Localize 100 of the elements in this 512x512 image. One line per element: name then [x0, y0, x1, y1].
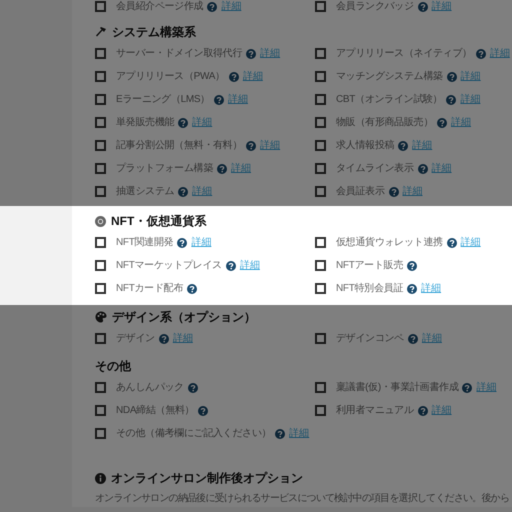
help-icon[interactable]	[398, 140, 408, 150]
details-link[interactable]: 詳細	[490, 46, 510, 61]
checkbox[interactable]	[95, 117, 106, 128]
help-icon[interactable]	[446, 94, 456, 104]
section-heading: デザイン系（オプション）	[112, 309, 256, 326]
help-icon[interactable]	[418, 164, 428, 174]
option-label: NFTアート販売	[336, 258, 404, 273]
help-icon[interactable]	[214, 94, 224, 104]
details-link[interactable]: 詳細	[240, 258, 260, 273]
details-link[interactable]: 詳細	[432, 403, 452, 418]
help-icon[interactable]	[228, 72, 239, 82]
details-link[interactable]: 詳細	[421, 281, 442, 296]
checkbox[interactable]	[95, 1, 106, 12]
checkbox[interactable]	[95, 48, 106, 59]
details-link[interactable]: 詳細	[476, 380, 496, 395]
option-label: 会員証表示	[336, 184, 385, 199]
option-label: デザイン	[116, 332, 155, 346]
details-link[interactable]: 詳細	[228, 92, 248, 107]
option-label: 仮想通貨ウォレット連携	[336, 236, 443, 250]
help-icon[interactable]	[177, 238, 188, 248]
checkbox[interactable]	[315, 405, 326, 416]
help-icon[interactable]	[418, 406, 428, 416]
checkbox[interactable]	[315, 186, 326, 197]
checkbox[interactable]	[315, 71, 326, 82]
checkbox[interactable]	[95, 333, 106, 344]
details-link[interactable]: 詳細	[221, 0, 242, 14]
details-link[interactable]: 詳細	[422, 331, 442, 346]
help-icon[interactable]	[198, 406, 208, 416]
checkbox[interactable]	[95, 140, 106, 151]
option-label: NFTマーケットプレイス	[116, 258, 222, 273]
coin-icon	[95, 216, 106, 226]
help-icon[interactable]	[407, 284, 418, 294]
hammer-icon	[95, 26, 107, 38]
help-icon[interactable]	[476, 48, 486, 58]
help-icon[interactable]	[246, 48, 256, 58]
checkbox[interactable]	[95, 382, 106, 393]
details-link[interactable]: 詳細	[191, 235, 212, 250]
details-link[interactable]: 詳細	[242, 69, 263, 84]
details-link[interactable]: 詳細	[402, 184, 423, 199]
details-link[interactable]: 詳細	[260, 138, 280, 153]
help-icon[interactable]	[246, 140, 256, 150]
checkbox[interactable]	[315, 333, 326, 344]
checkbox[interactable]	[95, 71, 106, 82]
checkbox[interactable]	[315, 48, 326, 59]
help-icon[interactable]	[418, 2, 428, 12]
section-heading: その他	[95, 358, 131, 375]
checkbox[interactable]	[315, 117, 326, 128]
help-icon[interactable]	[407, 260, 418, 270]
checkbox[interactable]	[315, 237, 326, 248]
details-link[interactable]: 詳細	[192, 184, 212, 199]
checkbox[interactable]	[95, 94, 106, 105]
help-icon[interactable]	[226, 260, 236, 270]
checkbox[interactable]	[95, 428, 106, 439]
help-icon[interactable]	[462, 382, 472, 392]
help-icon[interactable]	[275, 428, 286, 438]
help-icon[interactable]	[178, 186, 188, 196]
checkbox[interactable]	[95, 405, 106, 416]
option-label: アプリリリース（ネイティブ）	[336, 46, 472, 61]
help-icon[interactable]	[207, 2, 218, 12]
details-link[interactable]: 詳細	[432, 161, 452, 176]
option-label: タイムライン表示	[336, 162, 414, 176]
details-link[interactable]: 詳細	[289, 426, 310, 441]
help-icon[interactable]	[178, 118, 188, 128]
details-link[interactable]: 詳細	[192, 115, 212, 130]
details-link[interactable]: 詳細	[451, 115, 472, 130]
details-link[interactable]: 詳細	[432, 0, 452, 14]
details-link[interactable]: 詳細	[412, 138, 432, 153]
checkbox[interactable]	[315, 382, 326, 393]
details-link[interactable]: 詳細	[460, 92, 480, 107]
checkbox[interactable]	[315, 283, 326, 294]
help-icon[interactable]	[408, 334, 418, 344]
checkbox[interactable]	[315, 94, 326, 105]
checkbox[interactable]	[315, 260, 326, 271]
checkbox[interactable]	[95, 283, 106, 294]
option-label: 会員紹介ページ作成	[116, 0, 204, 14]
help-icon[interactable]	[188, 382, 198, 392]
help-icon[interactable]	[158, 334, 169, 344]
help-icon[interactable]	[187, 284, 198, 294]
details-link[interactable]: 詳細	[460, 235, 481, 250]
help-icon[interactable]	[446, 238, 457, 248]
section-heading: NFT・仮想通貨系	[111, 213, 206, 230]
checkbox[interactable]	[315, 1, 326, 12]
checkbox[interactable]	[315, 163, 326, 174]
help-icon[interactable]	[437, 118, 448, 128]
checkbox[interactable]	[95, 260, 106, 271]
help-icon[interactable]	[446, 72, 457, 82]
section-heading: オンラインサロン制作後オプション	[111, 470, 303, 487]
checkbox[interactable]	[95, 237, 106, 248]
option-label: アプリリリース（PWA）	[116, 70, 225, 84]
details-link[interactable]: 詳細	[172, 331, 193, 346]
details-link[interactable]: 詳細	[260, 46, 280, 61]
details-link[interactable]: 詳細	[460, 69, 481, 84]
details-link[interactable]: 詳細	[231, 161, 252, 176]
checkbox[interactable]	[95, 163, 106, 174]
checkbox[interactable]	[95, 186, 106, 197]
section-heading: システム構築系	[112, 24, 196, 41]
option-label: 利用者マニュアル	[336, 404, 414, 418]
help-icon[interactable]	[217, 164, 228, 174]
help-icon[interactable]	[388, 186, 399, 196]
checkbox[interactable]	[315, 140, 326, 151]
